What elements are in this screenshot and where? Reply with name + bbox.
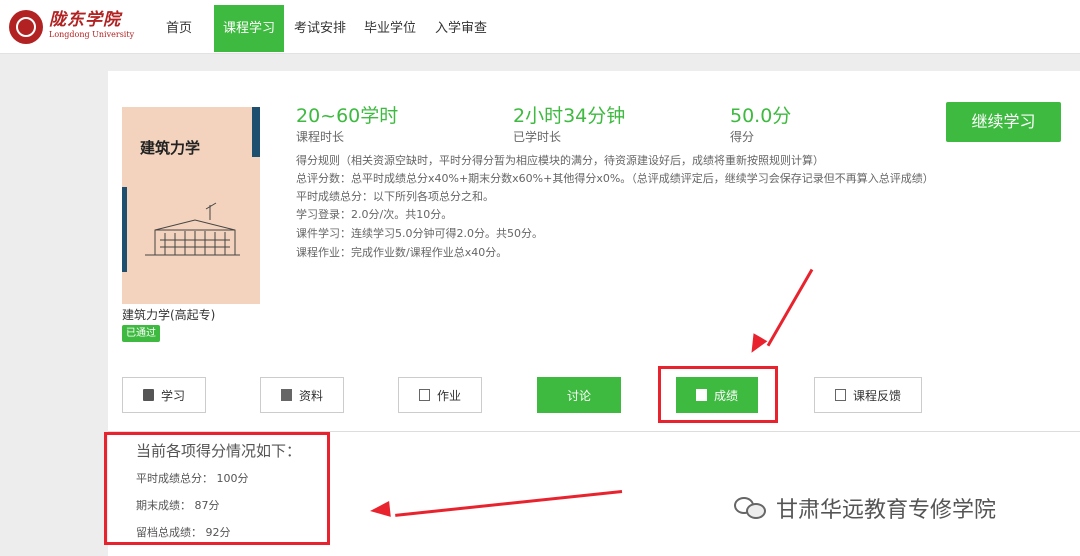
tab-homework[interactable]: 作业 (398, 377, 482, 413)
score-label: 得分 (730, 130, 755, 144)
course-duration-label: 课程时长 (296, 130, 345, 144)
regular-score-total: 平时成绩总分： 100分 (136, 472, 249, 485)
studied-duration-value: 2小时34分钟 (513, 105, 626, 127)
wechat-icon (734, 495, 768, 521)
status-badge: 已通过 (122, 325, 160, 342)
grades-tab-highlight-box (658, 366, 778, 423)
tab-study[interactable]: 学习 (122, 377, 206, 413)
score-value: 50.0分 (730, 105, 792, 127)
nav-course-study[interactable]: 课程学习 (214, 5, 284, 52)
tab-course-feedback-label: 课程反馈 (852, 388, 901, 403)
nav-graduation-degree[interactable]: 毕业学位 (362, 5, 418, 52)
scoring-rule-line: 得分规则（相关资源空缺时，平时分得分暂为相应模块的满分，待资源建设好后，成绩将重… (296, 154, 824, 167)
top-navigation-bar: 陇东学院 Longdong University 首页 课程学习 考试安排 毕业… (0, 0, 1080, 54)
building-sketch-icon (145, 202, 240, 256)
watermark-text: 甘肃华远教育专修学院 (776, 498, 997, 523)
document-icon (280, 389, 292, 401)
tab-materials[interactable]: 资料 (260, 377, 344, 413)
university-logo-icon[interactable] (9, 10, 43, 44)
course-cover-image[interactable]: 建筑力学 (122, 107, 260, 304)
scores-title: 当前各项得分情况如下： (136, 442, 302, 460)
tab-discussion-label: 讨论 (566, 388, 591, 403)
course-name[interactable]: 建筑力学(高起专) (122, 306, 215, 323)
scoring-rule-line: 课件学习：连续学习5.0分钟可得2.0分。共50分。 (296, 227, 543, 240)
brand[interactable]: 陇东学院 Longdong University (49, 10, 134, 40)
final-exam-score: 期末成绩： 87分 (136, 499, 220, 512)
scoring-rule-line: 平时成绩总分：以下所列各项总分之和。 (296, 190, 494, 203)
brand-english-name: Longdong University (49, 30, 135, 39)
brand-chinese-name: 陇东学院 (49, 10, 121, 30)
tab-study-label: 学习 (160, 388, 185, 403)
cover-decoration (252, 107, 260, 157)
nav-exam-schedule[interactable]: 考试安排 (292, 5, 348, 52)
scoring-rule-line: 课程作业：完成作业数/课程作业总x40分。 (296, 246, 508, 259)
watermark: 甘肃华远教育专修学院 (734, 492, 996, 524)
course-duration-value: 20~60学时 (296, 105, 399, 127)
edit-icon (834, 389, 846, 401)
tab-course-feedback[interactable]: 课程反馈 (814, 377, 922, 413)
continue-study-button[interactable]: 继续学习 (946, 102, 1061, 142)
tab-materials-label: 资料 (298, 388, 323, 403)
nav-home[interactable]: 首页 (158, 5, 200, 52)
scoring-rule-line: 总评分数：总平时成绩总分x40%+期末分数x60%+其他得分x0%。（总评成绩评… (296, 172, 934, 185)
book-icon (142, 389, 154, 401)
edit-icon (418, 389, 430, 401)
nav-admission-review[interactable]: 入学审查 (432, 5, 490, 52)
tab-discussion[interactable]: 讨论 (537, 377, 621, 413)
cover-title: 建筑力学 (140, 139, 201, 157)
archived-total-score: 留档总成绩： 92分 (136, 526, 231, 539)
studied-duration-label: 已学时长 (513, 130, 562, 144)
annotation-arrow-head (369, 500, 391, 520)
tab-homework-label: 作业 (436, 388, 461, 403)
cover-decoration (122, 187, 127, 272)
scoring-rule-line: 学习登录：2.0分/次。共10分。 (296, 208, 453, 221)
